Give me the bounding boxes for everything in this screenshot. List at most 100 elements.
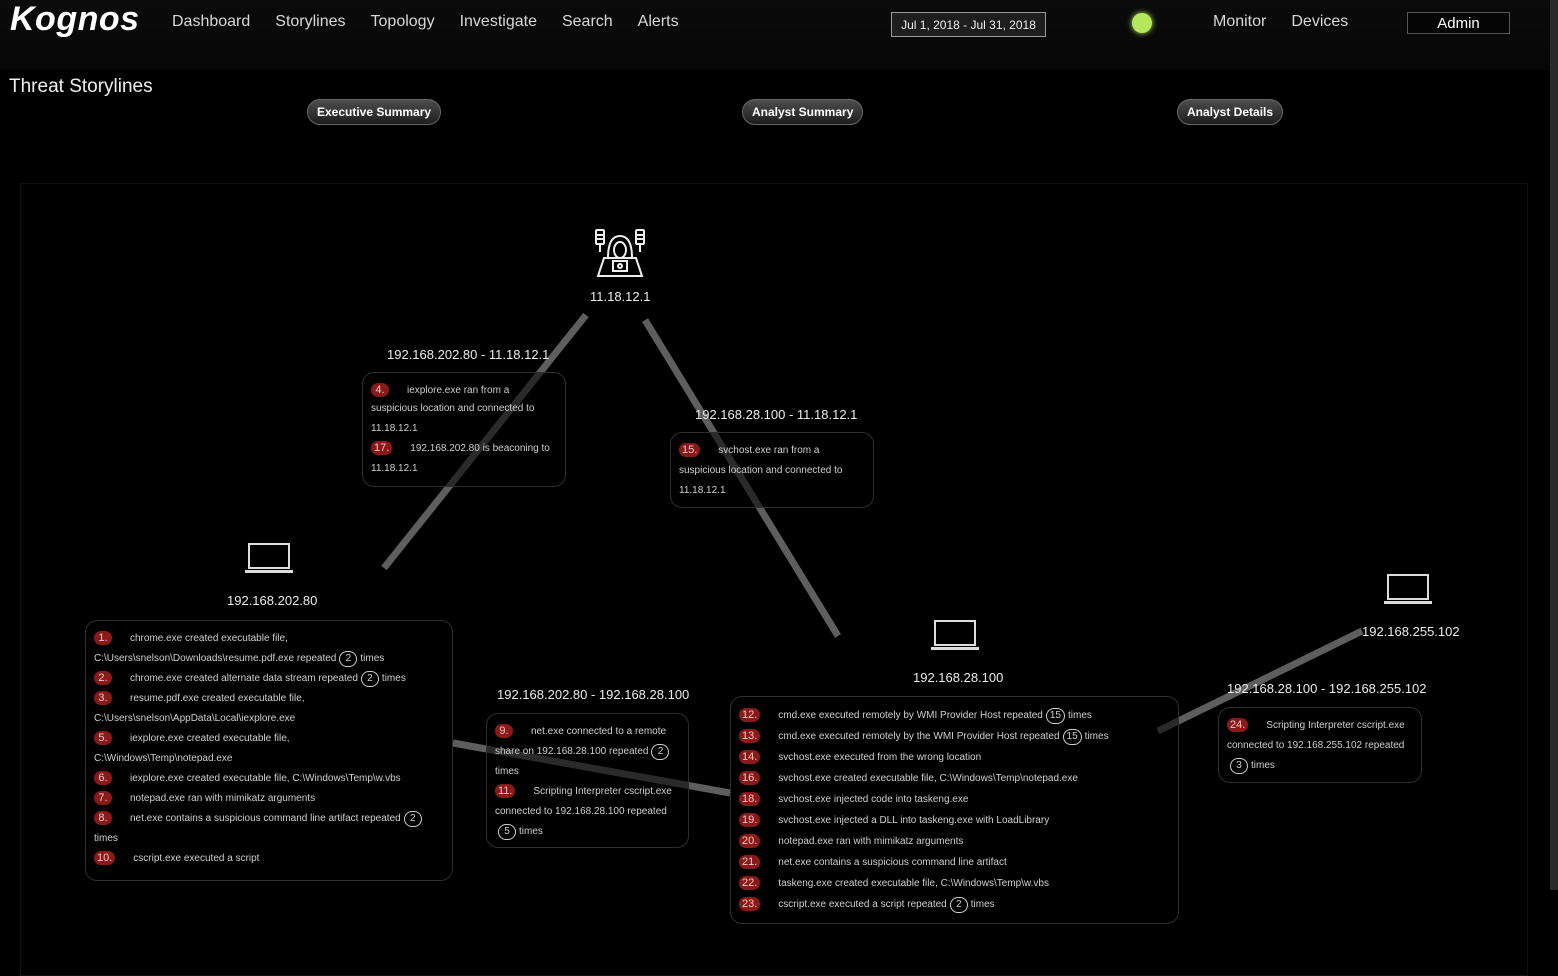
event-text: notepad.exe ran with mimikatz arguments bbox=[778, 836, 964, 847]
event-item[interactable]: 1. chrome.exe created executable file, C:\… bbox=[94, 629, 444, 669]
event-text: times bbox=[495, 766, 519, 777]
event-item[interactable]: 5. iexplore.exe created executable file, C… bbox=[94, 729, 444, 769]
event-text: suspicious location and connected to 11.… bbox=[679, 465, 843, 496]
event-text: 192.168.202.80 is beaconing to bbox=[410, 443, 550, 454]
event-text: cscript.exe executed a script repeated bbox=[778, 899, 947, 910]
event-text: times bbox=[94, 833, 118, 844]
event-box-b-c[interactable]: 24. Scripting Interpreter cscript.exe conn… bbox=[1218, 707, 1422, 783]
event-item[interactable]: 15. svchost.exe ran from a bbox=[679, 441, 865, 461]
edge-label-b-c: 192.168.28.100 - 192.168.255.102 bbox=[1227, 681, 1427, 696]
event-text: times bbox=[381, 673, 406, 684]
event-text: taskeng.exe created executable file, C:\… bbox=[778, 878, 1049, 889]
event-box-host-b[interactable]: 12. cmd.exe executed remotely by WMI Prov… bbox=[730, 696, 1179, 924]
event-text: Scripting Interpreter cscript.exe bbox=[1266, 720, 1405, 731]
event-item[interactable]: 9. net.exe connected to a remote share on … bbox=[495, 722, 680, 782]
event-item[interactable]: 13. cmd.exe executed remotely by the WMI … bbox=[739, 726, 1170, 747]
event-item[interactable]: 18. svchost.exe injected code into tasken… bbox=[739, 789, 1170, 810]
repeat-count-badge: 2 bbox=[949, 897, 968, 913]
event-text: C:\Users\snelson\Downloads\resume.pdf.ex… bbox=[94, 653, 337, 664]
event-number-badge: 6. bbox=[94, 771, 112, 785]
repeat-count-badge: 2 bbox=[360, 671, 379, 687]
event-number-badge: 10. bbox=[94, 851, 116, 865]
event-number-badge: 22. bbox=[739, 876, 761, 890]
event-item[interactable]: 12. cmd.exe executed remotely by WMI Prov… bbox=[739, 705, 1170, 726]
event-text: net.exe contains a suspicious command li… bbox=[130, 813, 401, 824]
event-number-badge: 4. bbox=[371, 383, 389, 397]
event-item-cont: suspicious location and connected to 11.… bbox=[371, 399, 557, 439]
event-text: cmd.exe executed remotely by WMI Provide… bbox=[778, 710, 1043, 721]
event-item[interactable]: 14. svchost.exe executed from the wrong l… bbox=[739, 747, 1170, 768]
event-number-badge: 18. bbox=[739, 792, 761, 806]
event-text: resume.pdf.exe created executable file, bbox=[130, 693, 305, 704]
event-text: svchost.exe executed from the wrong loca… bbox=[778, 752, 982, 763]
event-box-a-attacker[interactable]: 4. iexplore.exe ran from a suspicious loc… bbox=[362, 372, 566, 487]
event-number-badge: 11. bbox=[495, 784, 516, 798]
attacker-ip: 11.18.12.1 bbox=[590, 289, 651, 304]
event-text: svchost.exe injected a DLL into taskeng.… bbox=[778, 815, 1050, 826]
event-item[interactable]: 7. notepad.exe ran with mimikatz argument… bbox=[94, 789, 444, 809]
host-c-ip: 192.168.255.102 bbox=[1362, 624, 1460, 639]
event-item[interactable]: 3. resume.pdf.exe created executable file… bbox=[94, 689, 444, 729]
event-text: times bbox=[1084, 731, 1109, 742]
event-item[interactable]: 2. chrome.exe created alternate data stre… bbox=[94, 669, 444, 689]
event-number-badge: 12. bbox=[739, 708, 761, 722]
event-text: times bbox=[1067, 710, 1092, 721]
event-number-badge: 15. bbox=[679, 443, 701, 457]
event-item[interactable]: 11. Scripting Interpreter cscript.exe conn… bbox=[495, 782, 680, 842]
event-item-cont: 11.18.12.1 bbox=[371, 459, 557, 479]
event-text: Scripting Interpreter cscript.exe bbox=[533, 786, 672, 797]
event-number-badge: 7. bbox=[94, 791, 112, 805]
event-number-badge: 21. bbox=[739, 855, 761, 869]
event-box-b-attacker[interactable]: 15. svchost.exe ran from a suspicious loc… bbox=[670, 432, 874, 508]
edge-label-a-b: 192.168.202.80 - 192.168.28.100 bbox=[497, 687, 690, 702]
event-text: times bbox=[360, 653, 385, 664]
hacker-icon[interactable] bbox=[594, 228, 648, 280]
repeat-count-badge: 15 bbox=[1045, 708, 1065, 724]
event-item[interactable]: 19. svchost.exe injected a DLL into taske… bbox=[739, 810, 1170, 831]
event-number-badge: 23. bbox=[739, 897, 761, 911]
event-item[interactable]: 22. taskeng.exe created executable file, … bbox=[739, 873, 1170, 894]
event-item[interactable]: 23. cscript.exe executed a script repeate… bbox=[739, 894, 1170, 915]
event-item[interactable]: 8. net.exe contains a suspicious command … bbox=[94, 809, 444, 849]
event-text: suspicious location and connected to 11.… bbox=[371, 403, 535, 434]
event-text: times bbox=[1251, 760, 1275, 771]
event-number-badge: 14. bbox=[739, 750, 761, 764]
event-text: iexplore.exe created executable file, C:… bbox=[130, 773, 401, 784]
event-item[interactable]: 24. Scripting Interpreter cscript.exe conn… bbox=[1227, 716, 1413, 776]
event-item[interactable]: 21. net.exe contains a suspicious command… bbox=[739, 852, 1170, 873]
event-text: svchost.exe ran from a bbox=[718, 445, 820, 456]
event-number-badge: 20. bbox=[739, 834, 761, 848]
event-number-badge: 5. bbox=[94, 731, 112, 745]
event-text: iexplore.exe created executable file, bbox=[130, 733, 290, 744]
event-number-badge: 3. bbox=[94, 691, 112, 705]
repeat-count-badge: 15 bbox=[1062, 729, 1082, 745]
event-number-badge: 17. bbox=[371, 441, 393, 455]
edge-label-b-attacker: 192.168.28.100 - 11.18.12.1 bbox=[695, 407, 858, 422]
event-text: share on 192.168.28.100 repeated bbox=[495, 746, 649, 757]
event-text: net.exe contains a suspicious command li… bbox=[778, 857, 1007, 868]
laptop-icon[interactable] bbox=[931, 619, 979, 651]
event-number-badge: 9. bbox=[495, 724, 513, 738]
repeat-count-badge: 2 bbox=[339, 651, 358, 667]
scrollbar[interactable] bbox=[1550, 0, 1558, 890]
event-text: cmd.exe executed remotely by the WMI Pro… bbox=[778, 731, 1060, 742]
event-item[interactable]: 20. notepad.exe ran with mimikatz argumen… bbox=[739, 831, 1170, 852]
event-item[interactable]: 6. iexplore.exe created executable file, … bbox=[94, 769, 444, 789]
event-item[interactable]: 16. svchost.exe created executable file, … bbox=[739, 768, 1170, 789]
event-item[interactable]: 17. 192.168.202.80 is beaconing to bbox=[371, 439, 557, 459]
event-number-badge: 16. bbox=[739, 771, 761, 785]
laptop-icon[interactable] bbox=[245, 542, 293, 574]
laptop-icon[interactable] bbox=[1384, 573, 1432, 605]
event-text: svchost.exe created executable file, C:\… bbox=[778, 773, 1078, 784]
event-number-badge: 1. bbox=[94, 631, 112, 645]
event-item[interactable]: 4. iexplore.exe ran from a bbox=[371, 381, 557, 401]
event-number-badge: 19. bbox=[739, 813, 761, 827]
event-text: 11.18.12.1 bbox=[371, 463, 418, 474]
event-box-a-b[interactable]: 9. net.exe connected to a remote share on … bbox=[486, 713, 689, 848]
event-item-cont: suspicious location and connected to 11.… bbox=[679, 461, 865, 501]
repeat-count-badge: 2 bbox=[651, 744, 670, 760]
event-box-host-a[interactable]: 1. chrome.exe created executable file, C:\… bbox=[85, 620, 453, 881]
event-text: net.exe connected to a remote bbox=[531, 726, 667, 737]
event-item[interactable]: 10. cscript.exe executed a script bbox=[94, 849, 444, 869]
repeat-count-badge: 2 bbox=[403, 811, 422, 827]
